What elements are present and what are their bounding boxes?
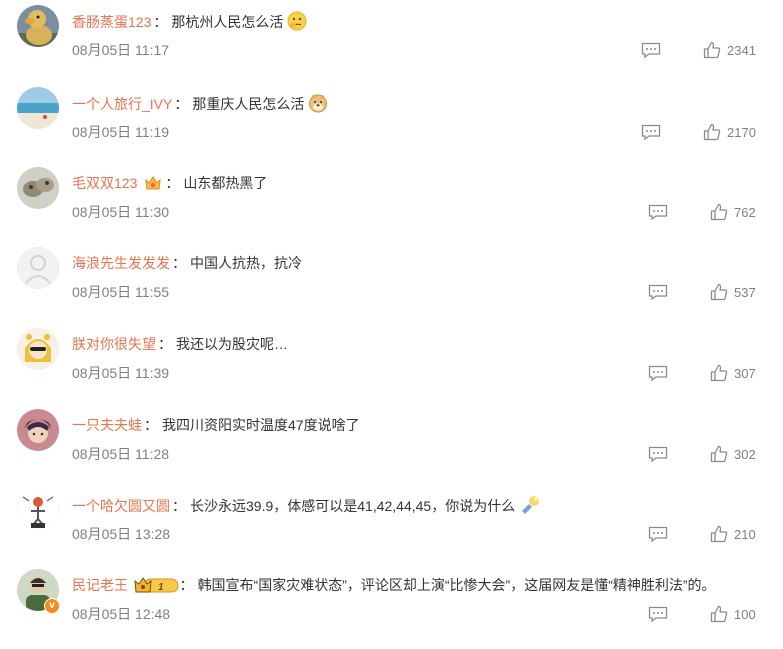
username-link[interactable]: 一只夫夫蛙 [72,417,142,433]
comment-text: 那杭州人民怎么活 [171,14,284,30]
username-link[interactable]: 朕对你很失望 [72,336,156,352]
separator: ： [174,96,189,112]
reply-icon[interactable] [641,124,661,141]
avatar[interactable] [17,87,59,129]
comment-line: 一只夫夫蛙：我四川资阳实时温度47度说啥了 [72,415,360,435]
comment-item: 毛双双123 ：山东都热黑了 08月05日 11:30 762 [0,167,783,247]
like-button[interactable]: 537 [710,282,756,302]
comment-time: 08月05日 11:55 [72,284,170,300]
comment-text: 山东都热黑了 [183,175,268,191]
comment-line: 毛双双123 ：山东都热黑了 [72,173,267,197]
thumbs-up-icon [710,605,728,623]
username-link[interactable]: 一个人旅行_IVY [72,96,172,112]
comment-text: 长沙永远39.9，体感可以是41,42,44,45，你说为什么 [190,498,516,514]
comment-time: 08月05日 12:48 [72,606,171,622]
comment-item: 一个人旅行_IVY：那重庆人民怎么活 08月05日 11:19 2170 [0,87,783,167]
thumbs-up-icon [710,283,728,301]
like-button[interactable]: 2341 [703,40,756,60]
comment-time: 08月05日 11:17 [72,42,170,58]
vip-crown-badge[interactable]: 1 [134,576,186,602]
separator: ： [158,336,172,352]
comment-text: 我还以为股灾呢… [176,336,288,352]
thumbs-up-icon [710,364,728,382]
separator: ： [144,417,158,433]
comment-text: 中国人抗热，抗冷 [190,255,302,271]
like-count: 537 [734,284,756,300]
comment-line: 香肠蒸蛋123：那杭州人民怎么活 [72,11,307,36]
comment-line: 一个哈欠圆又圆：长沙永远39.9，体感可以是41,42,44,45，你说为什么 [72,495,541,520]
like-button[interactable]: 302 [710,444,756,464]
reply-icon[interactable] [648,284,668,301]
username-link[interactable]: 香肠蒸蛋123 [72,14,151,30]
reply-icon[interactable] [648,606,668,623]
like-button[interactable]: 762 [710,202,756,222]
like-button[interactable]: 307 [710,363,756,383]
avatar[interactable] [17,409,59,451]
avatar[interactable] [17,247,59,289]
separator: ： [179,577,194,593]
comment-item: v 民记老王 1 ：韩国宣布“国家灾难状态”，评论区却上演“比惨大会”，这届网友是懂… [0,569,783,649]
ice-cream-emoji-icon [519,495,541,520]
like-button[interactable]: 100 [710,604,756,624]
username-link[interactable]: 海浪先生发发发 [72,255,170,271]
comment-line: 朕对你很失望：我还以为股灾呢… [72,334,288,354]
like-count: 307 [734,365,756,381]
thumbs-up-icon [710,525,728,543]
avatar[interactable] [17,5,59,47]
like-count: 2341 [727,42,756,58]
comment-text: 那重庆人民怎么活 [192,96,305,112]
like-button[interactable]: 210 [710,524,756,544]
verified-badge-icon: v [44,598,60,614]
comment-time: 08月05日 11:19 [72,124,170,140]
reply-icon[interactable] [648,446,668,463]
comment-item: 海浪先生发发发：中国人抗热，抗冷 08月05日 11:55 537 [0,247,783,327]
comment-line: 民记老王 1 ：韩国宣布“国家灾难状态”，评论区却上演“比惨大会”，这届网友是懂“精… [72,575,716,602]
comment-item: 香肠蒸蛋123：那杭州人民怎么活 08月05日 11:17 2341 [0,5,783,85]
comment-line: 海浪先生发发发：中国人抗热，抗冷 [72,253,302,273]
thumbs-up-icon [710,203,728,221]
crown-badge-icon[interactable] [143,174,163,197]
like-count: 302 [734,446,756,462]
separator: ： [172,255,186,271]
comment-item: 一只夫夫蛙：我四川资阳实时温度47度说啥了 08月05日 11:28 302 [0,409,783,489]
comment-text: 韩国宣布“国家灾难状态”，评论区却上演“比惨大会”，这届网友是懂“精神胜利法”的… [197,577,716,593]
comment-time: 08月05日 13:28 [72,526,171,542]
separator: ： [172,498,186,514]
like-count: 100 [734,606,756,622]
comment-item: 朕对你很失望：我还以为股灾呢… 08月05日 11:39 307 [0,328,783,408]
username-link[interactable]: 民记老王 [72,577,128,593]
like-count: 210 [734,526,756,542]
reply-icon[interactable] [648,365,668,382]
avatar[interactable] [17,328,59,370]
comment-item: 一个哈欠圆又圆：长沙永远39.9，体感可以是41,42,44,45，你说为什么 … [0,489,783,569]
reply-icon[interactable] [648,204,668,221]
avatar[interactable] [17,167,59,209]
thumbs-up-icon [703,123,721,141]
like-count: 762 [734,204,756,220]
comment-line: 一个人旅行_IVY：那重庆人民怎么活 [72,93,328,118]
reply-icon[interactable] [648,526,668,543]
thumbs-up-icon [703,41,721,59]
like-button[interactable]: 2170 [703,122,756,142]
separator: ： [153,14,168,30]
username-link[interactable]: 一个哈欠圆又圆 [72,498,170,514]
avatar[interactable] [17,489,59,531]
like-count: 2170 [727,124,756,140]
separator: ： [165,175,180,191]
thinking-emoji-icon [287,11,307,36]
comment-time: 08月05日 11:30 [72,204,170,220]
comment-time: 08月05日 11:28 [72,446,170,462]
thumbs-up-icon [710,445,728,463]
reply-icon[interactable] [641,42,661,59]
comment-text: 我四川资阳实时温度47度说啥了 [162,417,360,433]
username-link[interactable]: 毛双双123 [72,175,137,191]
vip-level-text: 1 [158,582,164,593]
comment-time: 08月05日 11:39 [72,365,170,381]
doge-emoji-icon [308,93,328,118]
